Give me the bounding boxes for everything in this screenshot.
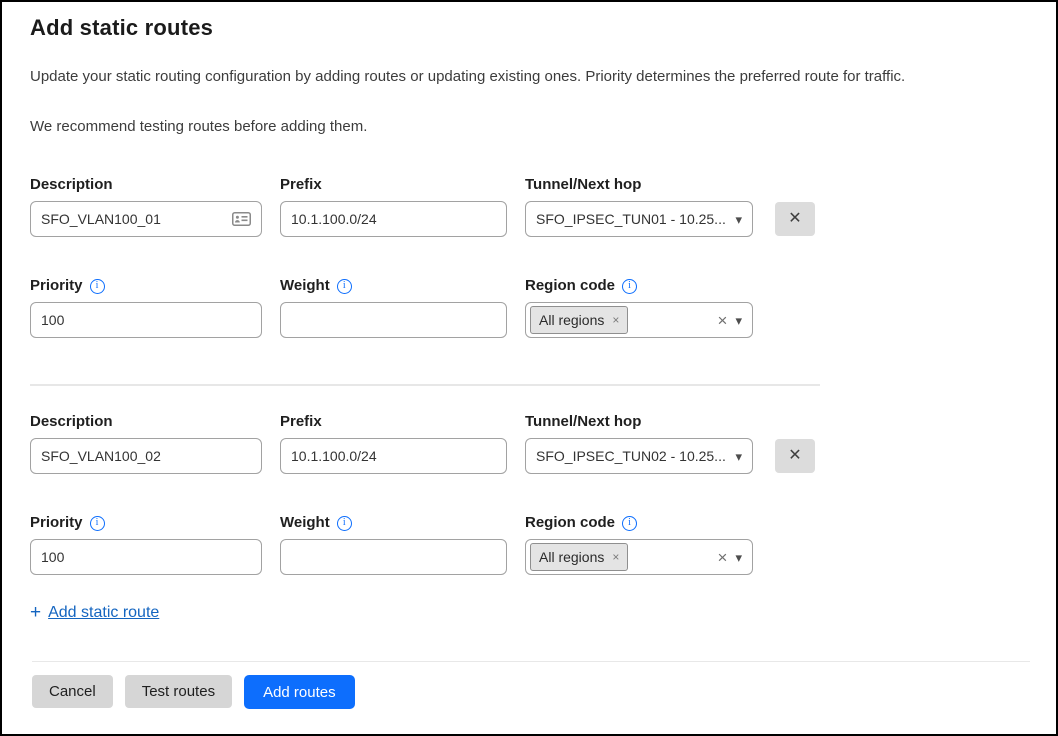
weight-label: Weight <box>280 277 330 295</box>
chevron-down-icon: ▾ <box>735 450 742 463</box>
prefix-label: Prefix <box>280 413 507 431</box>
region-code-multiselect[interactable]: All regions × × ▾ <box>525 302 753 338</box>
cancel-button[interactable]: Cancel <box>32 675 113 708</box>
priority-input[interactable] <box>41 549 251 565</box>
weight-label: Weight <box>280 514 330 532</box>
clear-selection-icon[interactable]: × <box>718 549 728 566</box>
priority-input-box <box>30 539 262 575</box>
region-tag-label: All regions <box>539 312 604 328</box>
remove-tag-icon[interactable]: × <box>612 550 619 564</box>
region-tag-label: All regions <box>539 549 604 565</box>
weight-input-box <box>280 539 507 575</box>
contact-card-icon <box>232 212 251 226</box>
remove-route-button[interactable]: ✕ <box>775 202 815 236</box>
priority-label: Priority <box>30 277 83 295</box>
intro-text-line2: We recommend testing routes before addin… <box>30 117 1028 137</box>
tunnel-selected-value: SFO_IPSEC_TUN01 - 10.25... <box>536 211 727 227</box>
prefix-input[interactable] <box>291 448 496 464</box>
info-icon[interactable]: i <box>90 516 105 531</box>
weight-input[interactable] <box>291 549 496 565</box>
prefix-label: Prefix <box>280 176 507 194</box>
intro-text-line1: Update your static routing configuration… <box>30 67 1028 87</box>
info-icon[interactable]: i <box>337 279 352 294</box>
route-group-1: Description <box>30 176 1028 338</box>
route-group-divider <box>30 384 820 386</box>
description-input-box <box>30 438 262 474</box>
tunnel-select[interactable]: SFO_IPSEC_TUN02 - 10.25... ▾ <box>525 438 753 474</box>
add-static-routes-dialog: Add static routes Update your static rou… <box>0 0 1058 736</box>
region-tag-chip: All regions × <box>530 306 628 334</box>
tunnel-label: Tunnel/Next hop <box>525 413 753 431</box>
weight-input-box <box>280 302 507 338</box>
priority-label: Priority <box>30 514 83 532</box>
dialog-footer: Cancel Test routes Add routes <box>32 661 1030 709</box>
info-icon[interactable]: i <box>337 516 352 531</box>
description-label: Description <box>30 176 262 194</box>
add-static-route-link[interactable]: Add static route <box>48 604 159 622</box>
tunnel-label: Tunnel/Next hop <box>525 176 753 194</box>
remove-tag-icon[interactable]: × <box>612 313 619 327</box>
weight-input[interactable] <box>291 312 496 328</box>
tunnel-select[interactable]: SFO_IPSEC_TUN01 - 10.25... ▾ <box>525 201 753 237</box>
info-icon[interactable]: i <box>622 516 637 531</box>
tunnel-selected-value: SFO_IPSEC_TUN02 - 10.25... <box>536 448 727 464</box>
info-icon[interactable]: i <box>622 279 637 294</box>
prefix-input-box <box>280 438 507 474</box>
test-routes-button[interactable]: Test routes <box>125 675 232 708</box>
description-input[interactable] <box>41 448 251 464</box>
routes-form: Description <box>30 176 1028 624</box>
add-static-route-row: + Add static route <box>30 602 1028 624</box>
priority-input[interactable] <box>41 312 251 328</box>
route-group-2: Description Prefix Tunnel/Next hop SFO_I… <box>30 413 1028 575</box>
region-tag-chip: All regions × <box>530 543 628 571</box>
description-label: Description <box>30 413 262 431</box>
description-input[interactable] <box>41 211 226 227</box>
prefix-input[interactable] <box>291 211 496 227</box>
chevron-down-icon: ▾ <box>735 213 742 226</box>
chevron-down-icon: ▾ <box>735 314 742 327</box>
region-code-label: Region code <box>525 514 615 532</box>
region-code-label: Region code <box>525 277 615 295</box>
priority-input-box <box>30 302 262 338</box>
add-routes-button[interactable]: Add routes <box>244 675 355 709</box>
plus-icon: + <box>30 602 41 624</box>
prefix-input-box <box>280 201 507 237</box>
clear-selection-icon[interactable]: × <box>718 312 728 329</box>
page-title: Add static routes <box>30 15 1028 41</box>
region-code-multiselect[interactable]: All regions × × ▾ <box>525 539 753 575</box>
description-input-box <box>30 201 262 237</box>
info-icon[interactable]: i <box>90 279 105 294</box>
chevron-down-icon: ▾ <box>735 551 742 564</box>
remove-route-button[interactable]: ✕ <box>775 439 815 473</box>
